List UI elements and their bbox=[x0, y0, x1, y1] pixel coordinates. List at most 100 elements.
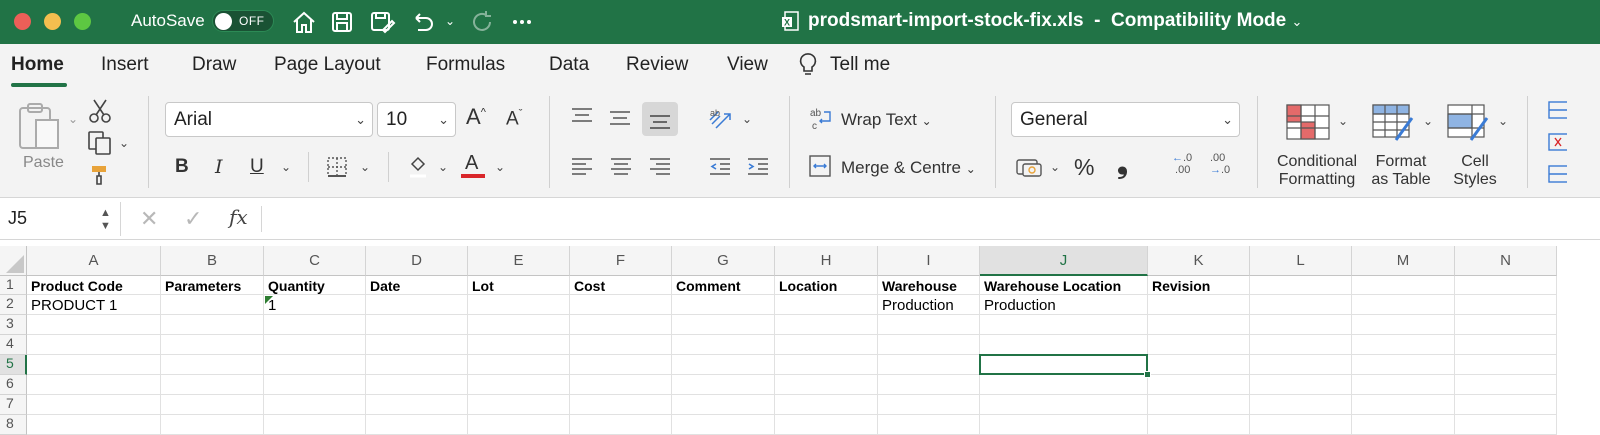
close-window-button[interactable] bbox=[14, 13, 31, 30]
cut-icon[interactable] bbox=[88, 98, 112, 124]
decrease-font-size-icon[interactable]: Aˇ bbox=[506, 108, 522, 130]
cell-f6[interactable] bbox=[570, 375, 672, 395]
cell-n4[interactable] bbox=[1455, 335, 1557, 355]
column-header-n[interactable]: N bbox=[1455, 246, 1557, 276]
conditional-formatting-dropdown-icon[interactable]: ⌄ bbox=[1338, 114, 1348, 128]
cell-h6[interactable] bbox=[775, 375, 878, 395]
cell-e5[interactable] bbox=[468, 355, 570, 375]
cell-m7[interactable] bbox=[1352, 395, 1455, 415]
cell-b2[interactable] bbox=[161, 295, 264, 315]
percent-style-button[interactable]: % bbox=[1074, 154, 1094, 181]
save-as-icon[interactable] bbox=[368, 8, 396, 36]
cell-j6[interactable] bbox=[980, 375, 1148, 395]
font-color-dropdown-icon[interactable]: ⌄ bbox=[495, 160, 505, 174]
tab-draw[interactable]: Draw bbox=[192, 54, 236, 76]
save-icon[interactable] bbox=[328, 8, 356, 36]
cell-i5[interactable] bbox=[878, 355, 980, 375]
comma-style-button[interactable]: ❟ bbox=[1117, 148, 1128, 181]
tab-tell-me[interactable]: Tell me bbox=[830, 54, 890, 76]
cell-c1[interactable]: Quantity bbox=[264, 276, 366, 295]
column-header-d[interactable]: D bbox=[366, 246, 468, 276]
row-header-2[interactable]: 2 bbox=[0, 295, 27, 315]
undo-dropdown-icon[interactable]: ⌄ bbox=[445, 14, 455, 28]
borders-dropdown-icon[interactable]: ⌄ bbox=[360, 160, 370, 174]
cell-a4[interactable] bbox=[27, 335, 161, 355]
paste-icon[interactable] bbox=[16, 102, 62, 152]
underline-button[interactable]: U bbox=[250, 156, 264, 178]
column-header-a[interactable]: A bbox=[27, 246, 161, 276]
cell-f8[interactable] bbox=[570, 415, 672, 435]
cell-styles-label[interactable]: Cell Styles bbox=[1448, 153, 1502, 189]
cell-c2[interactable]: 1 bbox=[264, 295, 366, 315]
conditional-formatting-icon[interactable] bbox=[1286, 104, 1330, 140]
align-left-icon[interactable] bbox=[570, 156, 594, 176]
cell-l6[interactable] bbox=[1250, 375, 1352, 395]
merge-centre-button[interactable]: Merge & Centre ⌄ bbox=[841, 158, 976, 178]
cell-g5[interactable] bbox=[672, 355, 775, 375]
error-indicator-icon[interactable] bbox=[265, 296, 273, 304]
row-header-7[interactable]: 7 bbox=[0, 395, 27, 415]
cell-b5[interactable] bbox=[161, 355, 264, 375]
number-format-select[interactable]: General ⌄ bbox=[1011, 102, 1240, 137]
cell-d3[interactable] bbox=[366, 315, 468, 335]
insert-delete-cells-icon[interactable] bbox=[1545, 100, 1567, 192]
tab-formulas[interactable]: Formulas bbox=[426, 54, 505, 76]
font-name-select[interactable]: Arial ⌄ bbox=[165, 102, 373, 137]
accounting-format-icon[interactable] bbox=[1015, 156, 1043, 178]
italic-button[interactable]: I bbox=[215, 156, 223, 178]
cell-g8[interactable] bbox=[672, 415, 775, 435]
select-all-corner[interactable] bbox=[0, 246, 27, 276]
cell-styles-dropdown-icon[interactable]: ⌄ bbox=[1498, 114, 1508, 128]
row-header-6[interactable]: 6 bbox=[0, 375, 27, 395]
cell-f7[interactable] bbox=[570, 395, 672, 415]
column-header-m[interactable]: M bbox=[1352, 246, 1455, 276]
cell-g1[interactable]: Comment bbox=[672, 276, 775, 295]
cell-e3[interactable] bbox=[468, 315, 570, 335]
align-middle-icon[interactable] bbox=[608, 108, 632, 128]
column-header-i[interactable]: I bbox=[878, 246, 980, 276]
cell-n8[interactable] bbox=[1455, 415, 1557, 435]
title-chevron-icon[interactable]: ⌄ bbox=[1292, 14, 1303, 29]
fill-color-dropdown-icon[interactable]: ⌄ bbox=[438, 160, 448, 174]
fill-color-icon[interactable] bbox=[406, 154, 430, 180]
cell-l5[interactable] bbox=[1250, 355, 1352, 375]
row-header-4[interactable]: 4 bbox=[0, 335, 27, 355]
cell-e8[interactable] bbox=[468, 415, 570, 435]
insert-function-icon[interactable]: fx bbox=[229, 205, 248, 229]
cell-g7[interactable] bbox=[672, 395, 775, 415]
cell-i8[interactable] bbox=[878, 415, 980, 435]
cell-j8[interactable] bbox=[980, 415, 1148, 435]
cell-a6[interactable] bbox=[27, 375, 161, 395]
cell-c7[interactable] bbox=[264, 395, 366, 415]
align-bottom-button[interactable] bbox=[642, 102, 678, 136]
cell-n2[interactable] bbox=[1455, 295, 1557, 315]
column-header-f[interactable]: F bbox=[570, 246, 672, 276]
cell-l3[interactable] bbox=[1250, 315, 1352, 335]
cell-f3[interactable] bbox=[570, 315, 672, 335]
decrease-decimal-icon[interactable]: .00 →.0 bbox=[1210, 152, 1236, 180]
copy-dropdown-icon[interactable]: ⌄ bbox=[119, 136, 129, 150]
cell-f4[interactable] bbox=[570, 335, 672, 355]
cell-g2[interactable] bbox=[672, 295, 775, 315]
cell-b4[interactable] bbox=[161, 335, 264, 355]
tab-page-layout[interactable]: Page Layout bbox=[274, 54, 381, 76]
active-cell-border[interactable] bbox=[979, 354, 1148, 375]
font-size-select[interactable]: 10 ⌄ bbox=[377, 102, 456, 137]
cell-n1[interactable] bbox=[1455, 276, 1557, 295]
cell-c8[interactable] bbox=[264, 415, 366, 435]
column-header-b[interactable]: B bbox=[161, 246, 264, 276]
cell-h5[interactable] bbox=[775, 355, 878, 375]
cell-n6[interactable] bbox=[1455, 375, 1557, 395]
paste-dropdown-icon[interactable]: ⌄ bbox=[68, 112, 78, 126]
cell-g4[interactable] bbox=[672, 335, 775, 355]
cell-k5[interactable] bbox=[1148, 355, 1250, 375]
tab-home[interactable]: Home bbox=[11, 54, 64, 76]
cell-k8[interactable] bbox=[1148, 415, 1250, 435]
autosave-toggle[interactable]: OFF bbox=[212, 10, 274, 32]
cell-b7[interactable] bbox=[161, 395, 264, 415]
cell-a2[interactable]: PRODUCT 1 bbox=[27, 295, 161, 315]
cell-d4[interactable] bbox=[366, 335, 468, 355]
bold-button[interactable]: B bbox=[175, 156, 189, 178]
cell-i7[interactable] bbox=[878, 395, 980, 415]
cell-c6[interactable] bbox=[264, 375, 366, 395]
